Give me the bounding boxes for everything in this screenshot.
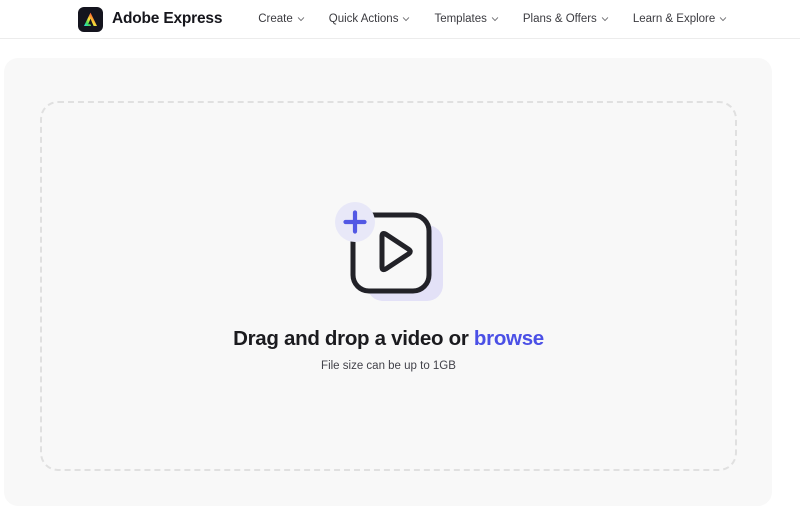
nav-item-label: Learn & Explore [632, 13, 716, 25]
chevron-down-icon [491, 17, 499, 22]
nav-item-plans-and-offers[interactable]: Plans & Offers [511, 7, 621, 31]
video-dropzone[interactable]: Drag and drop a video or browse File siz… [40, 101, 737, 471]
dropzone-title-text: Drag and drop a video or [233, 326, 474, 350]
main-nav: Create Quick Actions Templates Plans & O… [246, 7, 739, 31]
chevron-down-icon [720, 17, 727, 22]
nav-item-label: Create [258, 13, 293, 25]
dropzone-title: Drag and drop a video or browse [233, 327, 544, 351]
nav-item-label: Templates [434, 13, 487, 25]
nav-item-label: Quick Actions [328, 13, 399, 25]
nav-item-quick-actions[interactable]: Quick Actions [317, 7, 423, 31]
browse-link[interactable]: browse [474, 327, 544, 350]
top-header: Adobe Express Create Quick Actions Templ… [0, 0, 800, 39]
chevron-down-icon [297, 17, 304, 22]
nav-item-learn-and-explore[interactable]: Learn & Explore [621, 7, 739, 31]
upload-card: Drag and drop a video or browse File siz… [4, 58, 772, 506]
nav-item-create[interactable]: Create [246, 7, 317, 31]
nav-item-label: Plans & Offers [522, 13, 597, 25]
nav-item-templates[interactable]: Templates [422, 7, 510, 31]
brand[interactable]: Adobe Express [78, 6, 223, 32]
brand-name: Adobe Express [112, 10, 223, 27]
dropzone-subtitle: File size can be up to 1GB [321, 359, 456, 372]
chevron-down-icon [403, 17, 410, 22]
add-video-icon [334, 201, 443, 301]
adobe-express-logo-icon [78, 6, 103, 32]
chevron-down-icon [601, 17, 608, 22]
